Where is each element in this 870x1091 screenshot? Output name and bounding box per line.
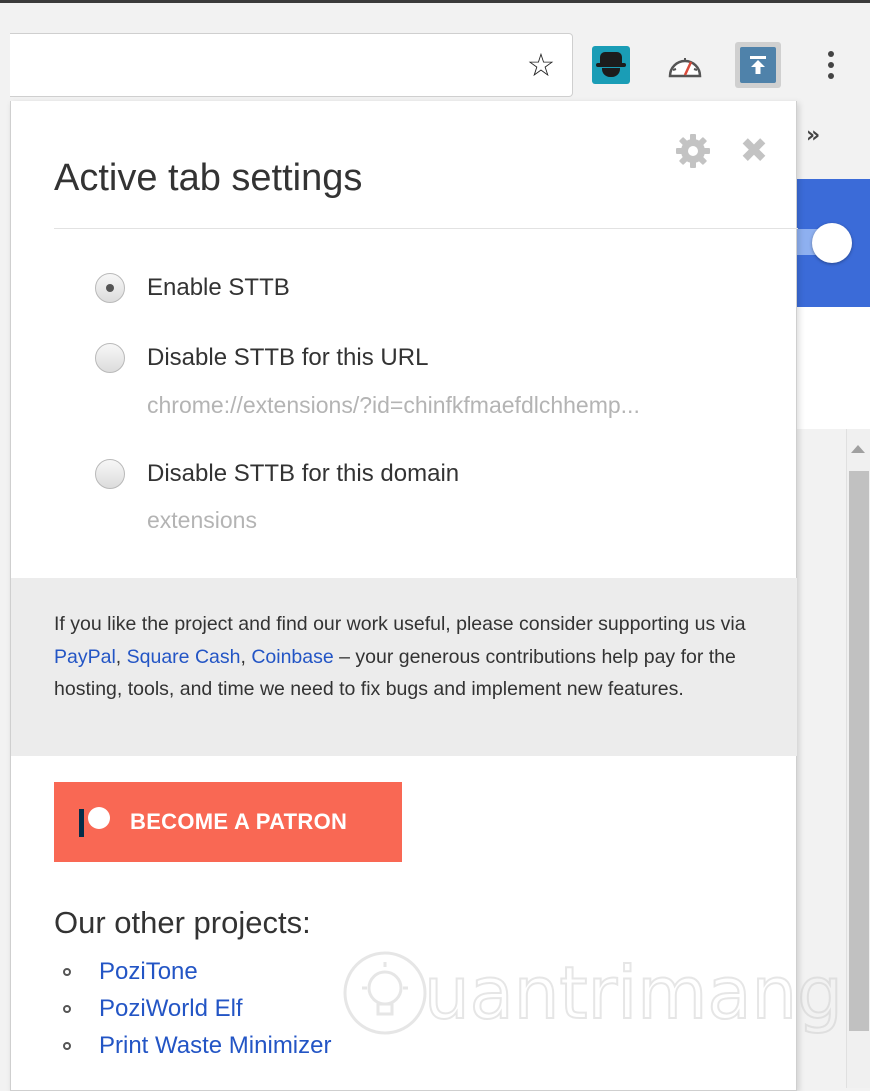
paypal-link[interactable]: PayPal [54,646,116,668]
radio-enable-sttb[interactable] [95,273,125,303]
popup-title: Active tab settings [54,157,363,199]
background-panel [796,307,870,429]
scroll-to-top-icon [740,47,776,83]
radio-disable-url[interactable] [95,343,125,373]
project-link-pozitone[interactable]: PoziTone [99,958,198,986]
other-projects-heading: Our other projects: [54,905,311,940]
spy-extension-icon [592,46,630,84]
support-message: If you like the project and find our wor… [54,613,746,700]
option-label: Disable STTB for this URL [147,344,429,371]
patreon-logo-icon [78,805,112,839]
option-disable-url[interactable]: Disable STTB for this URL [95,343,428,373]
bullet-icon [63,1004,71,1013]
bullet-icon [63,1041,71,1050]
more-vertical-icon [828,51,834,79]
speedometer-extension-button[interactable] [662,42,708,88]
become-a-patron-button[interactable]: BECOME A PATRON [54,782,402,862]
option-label: Enable STTB [147,274,290,301]
gear-icon[interactable] [673,131,713,171]
project-link-print-waste-minimizer[interactable]: Print Waste Minimizer [99,1032,331,1060]
spy-extension-button[interactable] [588,42,634,88]
coinbase-link[interactable]: Coinbase [251,646,333,668]
current-url-text: chrome://extensions/?id=chinfkfmaefdlchh… [147,392,640,418]
option-disable-domain[interactable]: Disable STTB for this domain [95,459,459,489]
background-toggle-knob[interactable] [812,223,852,263]
list-item: PoziWorld Elf [63,990,331,1027]
scroll-to-top-extension-button[interactable] [735,42,781,88]
browser-window: ☆ » ✖ Active tab settings Enable STTB Di… [0,0,870,1091]
speedometer-icon [668,58,702,78]
square-cash-link[interactable]: Square Cash [127,646,241,668]
support-message-box: If you like the project and find our wor… [11,578,797,756]
background-content [796,429,846,1088]
scrollbar-thumb[interactable] [849,471,869,1031]
list-item: Print Waste Minimizer [63,1027,331,1064]
list-item: PoziTone [63,953,331,990]
browser-menu-button[interactable] [808,42,854,88]
browser-toolbar: ☆ [0,6,870,98]
project-link-poziworld-elf[interactable]: PoziWorld Elf [99,995,243,1023]
bullet-icon [63,967,71,976]
overflow-chevron-icon[interactable]: » [806,123,820,148]
bookmark-star-icon[interactable]: ☆ [524,48,558,82]
radio-disable-domain[interactable] [95,459,125,489]
other-projects-list: PoziTone PoziWorld Elf Print Waste Minim… [63,953,331,1064]
close-icon[interactable]: ✖ [739,131,769,171]
address-bar[interactable]: ☆ [10,33,573,97]
scroll-up-arrow-icon[interactable] [851,445,865,453]
patron-button-label: BECOME A PATRON [130,809,348,834]
option-label: Disable STTB for this domain [147,460,460,487]
extension-popup: ✖ Active tab settings Enable STTB Disabl… [10,101,798,1091]
current-domain-text: extensions [147,507,257,533]
option-enable-sttb[interactable]: Enable STTB [95,273,290,303]
page-scrollbar[interactable] [846,429,870,1088]
title-divider [54,228,798,229]
